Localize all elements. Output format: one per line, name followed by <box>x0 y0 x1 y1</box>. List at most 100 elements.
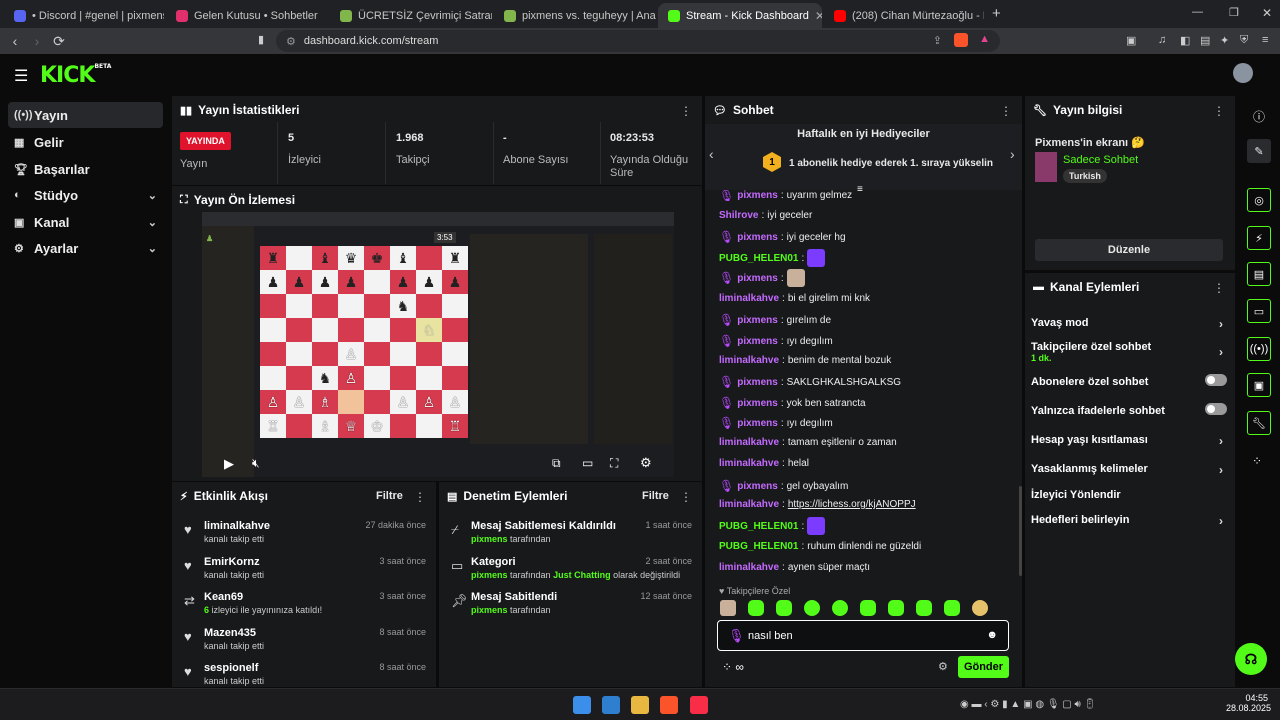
emote[interactable] <box>972 600 988 616</box>
site-info-icon[interactable]: ⚙ <box>286 35 296 48</box>
browser-tab-active[interactable]: Stream - Kick Dashboard ✕ <box>658 3 822 28</box>
filter-button[interactable]: Filtre <box>642 490 669 502</box>
music-icon[interactable]: ♫ <box>1158 34 1166 46</box>
scrollbar[interactable] <box>1019 486 1022 576</box>
kick-logo[interactable]: KICKBETA <box>40 63 111 88</box>
age-restriction-row[interactable]: Hesap yaşı kısıtlaması › <box>1031 434 1227 448</box>
set-goals-row[interactable]: Hedefleri belirleyin › <box>1031 514 1227 528</box>
close-icon[interactable]: ✕ <box>815 9 822 23</box>
tray-icons[interactable]: ◉ ▬ ‹ ⚙ ▮ ▲ ▣ ◍ 🎙︎ ▢ 🔊︎ 🔋︎ <box>960 699 1096 710</box>
filter-button[interactable]: Filtre <box>376 490 403 502</box>
chat-message: 🎙︎ pixmens: ıyı degılım <box>719 334 833 348</box>
more-options-icon[interactable]: ⋮ <box>414 490 426 504</box>
more-options-icon[interactable]: ⋮ <box>1213 104 1225 118</box>
brave-rewards-icon[interactable]: ▲ <box>979 33 990 45</box>
back-icon[interactable]: ‹ <box>4 33 26 49</box>
mute-icon[interactable]: 🔇︎ <box>252 456 260 471</box>
window-close-icon[interactable]: ✕ <box>1262 6 1272 20</box>
emote[interactable] <box>944 600 960 616</box>
emoji-icon[interactable]: ☻ <box>986 629 998 641</box>
edit-button[interactable]: Düzenle <box>1035 239 1223 261</box>
subs-only-toggle[interactable] <box>1205 374 1227 386</box>
address-bar[interactable]: ⚙ dashboard.kick.com/stream ⇪ ▲ <box>276 30 1000 52</box>
emote[interactable] <box>916 600 932 616</box>
sidebar-item-kanal[interactable]: ▣ Kanal ⌄ <box>8 209 163 235</box>
sidebar-item-yayin[interactable]: ((•)) Yayın <box>8 102 163 128</box>
chat-bubble-icon[interactable]: ▭ <box>1247 299 1271 323</box>
clock[interactable]: 04:55 28.08.2025 <box>1226 693 1271 713</box>
photos-icon[interactable] <box>602 696 620 714</box>
forward-icon[interactable]: › <box>26 33 48 49</box>
browser-tab[interactable]: pixmens vs. teguheyy | Analysis - Che <box>494 3 656 28</box>
start-icon[interactable] <box>573 696 591 714</box>
camera-icon[interactable]: ◎ <box>1247 188 1271 212</box>
reload-icon[interactable]: ⟳ <box>48 33 70 50</box>
chevron-left-icon[interactable]: ‹ <box>709 146 714 162</box>
emote[interactable] <box>748 600 764 616</box>
category-label[interactable]: Sadece Sohbet <box>1063 154 1138 166</box>
chat-input[interactable]: 🎙︎ nasıl ben ☻ <box>717 620 1009 651</box>
fullscreen-icon[interactable]: ⛶ <box>610 456 618 471</box>
banned-words-row[interactable]: Yasaklanmış kelimeler › <box>1031 463 1227 477</box>
more-options-icon[interactable]: ⋮ <box>680 104 692 118</box>
settings-icon[interactable]: ⚙ <box>640 455 652 471</box>
menu-icon[interactable]: ≡ <box>1262 34 1268 46</box>
chevron-right-icon[interactable]: › <box>1010 146 1015 162</box>
sparkle-icon[interactable]: ⁘ <box>1252 454 1262 468</box>
emote[interactable] <box>776 600 792 616</box>
hamburger-icon[interactable]: ☰ <box>14 66 28 86</box>
browser-tab[interactable]: ÜCRETSİZ Çevrimiçi Satranç Oynayın <box>330 3 492 28</box>
broadcast-icon[interactable]: ((•)) <box>1247 337 1271 361</box>
send-button[interactable]: Gönder <box>958 656 1009 678</box>
pinned-toggle-icon[interactable]: ≡ <box>857 184 863 195</box>
sidebar-toggle-icon[interactable]: ▣ <box>1126 34 1136 47</box>
sidebar-item-gelir[interactable]: ▦ Gelir <box>8 129 163 155</box>
brave-icon[interactable] <box>660 696 678 714</box>
browser-tab[interactable]: (208) Cihan Mürtezaoğlu - Bir Be <box>824 3 984 28</box>
chat-link[interactable]: https://lichess.org/kjANOPPJ <box>788 499 916 510</box>
redirect-viewers-row[interactable]: İzleyici Yönlendir <box>1031 489 1227 501</box>
sidebar-item-studyo[interactable]: ◐ Stüdyo ⌄ <box>8 182 163 208</box>
bookmark-icon[interactable]: ▮ <box>258 33 264 46</box>
followers-only-row[interactable]: Takipçilere özel sohbet 1 dk. › <box>1031 341 1227 363</box>
sidebar-item-basarilar[interactable]: 🏆︎ Başarılar <box>8 156 163 182</box>
browser-tab[interactable]: Gelen Kutusu • Sohbetler <box>166 3 328 28</box>
slow-mode-row[interactable]: Yavaş mod › <box>1031 317 1227 331</box>
vpn-icon[interactable]: ⛨ <box>1240 34 1248 47</box>
clipboard-icon[interactable]: ▤ <box>1247 262 1271 286</box>
leo-icon[interactable]: ✦ <box>1220 34 1229 47</box>
emote[interactable] <box>804 600 820 616</box>
bolt-icon[interactable]: ⚡︎ <box>1247 226 1271 250</box>
avatar[interactable] <box>1233 63 1253 83</box>
new-tab-button[interactable]: + <box>992 5 1001 22</box>
share-icon[interactable]: ⇪ <box>933 34 942 47</box>
more-options-icon[interactable]: ⋮ <box>1000 104 1012 118</box>
emote[interactable] <box>860 600 876 616</box>
emote[interactable] <box>720 600 736 616</box>
play-icon[interactable]: ▶ <box>224 456 234 472</box>
browser-tab[interactable]: • Discord | #genel | pixmens <box>4 3 164 28</box>
chat-settings-icon[interactable]: ⚙ <box>938 660 948 673</box>
help-headset-icon[interactable]: ☊ <box>1235 643 1267 675</box>
wallet-icon[interactable]: ▤ <box>1200 34 1210 47</box>
settings-sparkle-icon[interactable]: ⁘ ∞ <box>722 660 744 674</box>
sidebar-item-ayarlar[interactable]: ⚙ Ayarlar ⌄ <box>8 235 163 261</box>
theater-icon[interactable]: ▭ <box>582 456 593 470</box>
emote[interactable] <box>832 600 848 616</box>
minimize-icon[interactable]: — <box>1192 6 1203 18</box>
brave-shields-icon[interactable] <box>954 33 968 47</box>
stream-preview-video[interactable]: ♟ 3:53 ♜ ♝ ♛ ♚ ♝ ♜ ♟ ♟ ♟ ♟ ♟ ♟ ♟ ♞ ♘ ♙ ♞ ♙ ♙ ♙ ♗ ♙ ♙ ♙ ♖ ♗… <box>202 212 674 477</box>
info-icon[interactable]: ⓘ <box>1253 108 1265 125</box>
maximize-icon[interactable]: ❐ <box>1229 6 1239 19</box>
layout-icon[interactable]: ▣ <box>1247 373 1271 397</box>
more-options-icon[interactable]: ⋮ <box>1213 281 1225 295</box>
emote[interactable] <box>888 600 904 616</box>
pip-icon[interactable]: ⧉ <box>552 456 561 471</box>
reader-icon[interactable]: ◧ <box>1180 34 1190 47</box>
emotes-only-toggle[interactable] <box>1205 403 1227 415</box>
more-options-icon[interactable]: ⋮ <box>680 490 692 504</box>
file-explorer-icon[interactable] <box>631 696 649 714</box>
edit-icon[interactable]: ✎ <box>1247 139 1271 163</box>
apple-music-icon[interactable] <box>690 696 708 714</box>
wrench-icon[interactable]: 🔧︎ <box>1247 411 1271 435</box>
